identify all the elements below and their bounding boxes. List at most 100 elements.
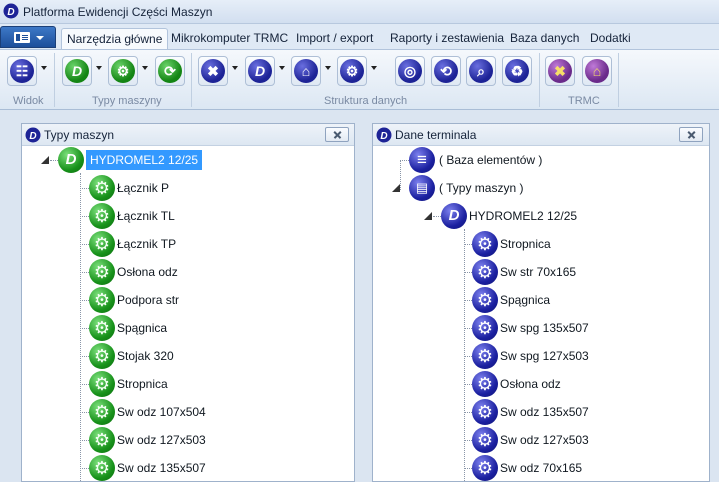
tree-root-node[interactable]: HYDROMEL2 12/25 xyxy=(441,203,661,229)
application-menu-button[interactable] xyxy=(0,26,56,48)
tree-item[interactable]: Łącznik TL xyxy=(89,203,289,229)
chevron-down-icon xyxy=(36,36,44,40)
tree-item-label: Osłona odz xyxy=(117,265,178,279)
ribbon: ☷ Widok D ⚙ ⟳ Typy maszyny ✖ D ⌂ ⚙ ◎ ⟲ ⌕… xyxy=(0,49,719,110)
tree-item[interactable]: Stojak 320 xyxy=(89,343,289,369)
tree-item[interactable]: Spągnica xyxy=(472,287,672,313)
tree-item-label: Sw odz 135x507 xyxy=(500,405,589,419)
tree-item[interactable]: Spągnica xyxy=(89,315,289,341)
panel-title: Dane terminala xyxy=(395,128,477,142)
recycle-button[interactable]: ♻ xyxy=(502,56,532,86)
tree-item-label: Stojak 320 xyxy=(117,349,174,363)
chevron-down-icon[interactable] xyxy=(371,66,377,70)
gear-icon xyxy=(89,203,115,229)
gear-icon xyxy=(472,315,498,341)
trmc-home-button[interactable]: ⌂ xyxy=(582,56,612,86)
home-button[interactable]: ⌂ xyxy=(291,56,321,86)
group-label-trmc: TRMC xyxy=(568,95,600,107)
menu-icon xyxy=(14,32,30,43)
title-bar: D Platforma Ewidencji Części Maszyn xyxy=(0,0,719,24)
search-button[interactable]: ⌕ xyxy=(466,56,496,86)
machine-type-button[interactable]: D xyxy=(62,56,92,86)
tree-item[interactable]: Podpora str xyxy=(89,287,289,313)
tree-item[interactable]: Sw str 70x165 xyxy=(472,259,672,285)
tree-item[interactable]: Łącznik TP xyxy=(89,231,289,257)
tree-item[interactable]: Sw spg 127x503 xyxy=(472,343,672,369)
view-button[interactable]: ☷ xyxy=(7,56,37,86)
recycle-icon: ♻ xyxy=(510,63,524,79)
tree-node-baza-elementow[interactable]: ( Baza elementów ) xyxy=(409,147,609,173)
tree-item[interactable]: Sw odz 135x507 xyxy=(472,399,672,425)
machine-logo-icon: D xyxy=(254,63,266,79)
sync-button[interactable]: ⟲ xyxy=(431,56,461,86)
close-icon[interactable] xyxy=(325,127,349,142)
chevron-down-icon[interactable] xyxy=(41,66,47,70)
collapse-arrow-icon[interactable] xyxy=(424,212,432,220)
group-label-typy-maszyny: Typy maszyny xyxy=(92,95,162,107)
panel-title: Typy maszyn xyxy=(44,128,115,142)
chevron-down-icon[interactable] xyxy=(279,66,285,70)
tree-item[interactable]: Sw odz 127x503 xyxy=(89,427,289,453)
refresh-icon: ⟳ xyxy=(164,63,176,79)
sync-icon: ⟲ xyxy=(440,63,452,79)
machine-types-panel: D Typy maszyn HYDROMEL2 12/25 Łącznik P Ł… xyxy=(21,123,355,482)
tree-item-label: Łącznik TL xyxy=(117,209,175,223)
tree-item[interactable]: Osłona odz xyxy=(472,371,672,397)
machine-part-button[interactable]: ⚙ xyxy=(108,56,138,86)
tools-button[interactable]: ✖ xyxy=(198,56,228,86)
structure-logo-button[interactable]: D xyxy=(245,56,275,86)
tree-item[interactable]: Stropnica xyxy=(89,371,289,397)
tree-item[interactable]: Stropnica xyxy=(472,231,672,257)
target-icon: ◎ xyxy=(403,63,417,79)
tab-mikrokomputer-trmc[interactable]: Mikrokomputer TRMC xyxy=(166,28,293,50)
tree-item[interactable]: Sw spg 135x507 xyxy=(472,315,672,341)
gear-icon xyxy=(89,315,115,341)
tree-item[interactable]: Sw odz 107x504 xyxy=(89,399,289,425)
tree-item[interactable]: Sw odz 135x507 xyxy=(89,455,289,481)
close-icon[interactable] xyxy=(679,127,703,142)
tab-baza-danych[interactable]: Baza danych xyxy=(505,28,584,50)
gear-icon xyxy=(472,259,498,285)
target-button[interactable]: ◎ xyxy=(395,56,425,86)
tree-item-label: Sw spg 135x507 xyxy=(500,321,589,335)
tab-raporty[interactable]: Raporty i zestawienia xyxy=(385,28,509,50)
gear-icon xyxy=(89,231,115,257)
chevron-down-icon[interactable] xyxy=(96,66,102,70)
tree-item[interactable]: Sw odz 127x503 xyxy=(472,427,672,453)
tab-dodatki[interactable]: Dodatki xyxy=(585,28,636,50)
svg-text:D: D xyxy=(29,131,36,142)
tab-import-export[interactable]: Import / export xyxy=(291,28,378,50)
tree-item-label: Łącznik P xyxy=(117,181,170,195)
tab-narzedzia-glowne[interactable]: Narzędzia główne xyxy=(61,28,169,50)
trmc-home-icon: ⌂ xyxy=(592,63,602,79)
gear-icon xyxy=(472,455,498,481)
refresh-types-button[interactable]: ⟳ xyxy=(155,56,185,86)
ribbon-tabs: Narzędzia główne Mikrokomputer TRMC Impo… xyxy=(0,24,719,50)
gear-icon: ⚙ xyxy=(116,63,130,79)
gear-icon xyxy=(472,427,498,453)
chevron-down-icon[interactable] xyxy=(142,66,148,70)
trmc-tools-button[interactable]: ✖ xyxy=(545,56,575,86)
tree-item[interactable]: Łącznik P xyxy=(89,175,289,201)
chevron-down-icon[interactable] xyxy=(232,66,238,70)
settings-button[interactable]: ⚙ xyxy=(337,56,367,86)
chevron-down-icon[interactable] xyxy=(325,66,331,70)
collapse-arrow-icon[interactable] xyxy=(41,156,49,164)
tree-item-label: Spągnica xyxy=(500,293,551,307)
gear-icon xyxy=(89,287,115,313)
tree-root-node[interactable]: HYDROMEL2 12/25 xyxy=(58,147,354,173)
gear-icon xyxy=(89,371,115,397)
tree-item[interactable]: Sw odz 70x165 xyxy=(472,455,672,481)
terminal-data-tree: ( Baza elementów ) ( Typy maszyn ) HYDRO… xyxy=(373,147,709,481)
tree-item[interactable]: Osłona odz xyxy=(89,259,289,285)
app-logo-icon: D xyxy=(376,127,392,143)
tree-node-typy-maszyn[interactable]: ( Typy maszyn ) xyxy=(409,175,609,201)
tools-icon: ✖ xyxy=(207,63,219,79)
gear-icon xyxy=(89,427,115,453)
window-title: Platforma Ewidencji Części Maszyn xyxy=(23,5,213,19)
collapse-arrow-icon[interactable] xyxy=(392,184,400,192)
svg-text:D: D xyxy=(7,7,14,18)
tree-item-label: Sw odz 107x504 xyxy=(117,405,206,419)
database-icon xyxy=(409,147,435,173)
machine-logo-icon xyxy=(441,203,467,229)
